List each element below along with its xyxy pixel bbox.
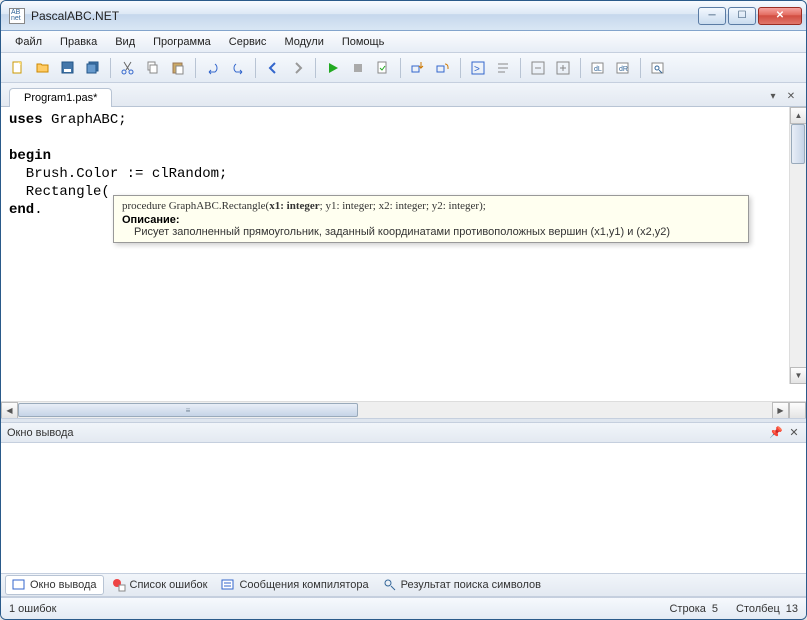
menu-program[interactable]: Программа (145, 33, 219, 51)
compile-icon[interactable] (372, 57, 394, 79)
file-tab[interactable]: Program1.pas* (9, 88, 112, 107)
bracket-icon[interactable]: > (467, 57, 489, 79)
output-header: Окно вывода 📌 ✕ (1, 423, 806, 443)
status-line: Строка5 (669, 603, 718, 615)
app-icon: ABnet (9, 8, 25, 24)
horizontal-scrollbar[interactable]: ◀ ≡ ▶ (1, 401, 806, 418)
disasm2-icon[interactable]: dR (612, 57, 634, 79)
parameter-tooltip: procedure GraphABC.Rectangle(x1: integer… (113, 195, 749, 243)
vertical-scrollbar[interactable]: ▲ ▼ (789, 107, 806, 384)
output-window-icon (12, 578, 26, 592)
open-file-icon[interactable] (32, 57, 54, 79)
status-col: Столбец13 (736, 603, 798, 615)
minimize-button[interactable]: ─ (698, 7, 726, 25)
scroll-up-icon[interactable]: ▲ (790, 107, 806, 124)
redo-icon[interactable] (227, 57, 249, 79)
cut-icon[interactable] (117, 57, 139, 79)
toolbar: > dL dR (1, 53, 806, 83)
format-icon[interactable] (492, 57, 514, 79)
svg-text:>: > (474, 64, 480, 75)
statusbar: 1 ошибок Строка5 Столбец13 (1, 597, 806, 619)
step-into-icon[interactable] (407, 57, 429, 79)
svg-text:dR: dR (619, 66, 628, 73)
panel-close-icon[interactable]: ✕ (788, 427, 800, 439)
status-errors: 1 ошибок (9, 603, 57, 615)
output-panel: Окно вывода 📌 ✕ (1, 423, 806, 573)
save-all-icon[interactable] (82, 57, 104, 79)
scroll-right-icon[interactable]: ▶ (772, 402, 789, 418)
bottom-tabbar: Окно вывода Список ошибок Сообщения комп… (1, 573, 806, 597)
tooltip-desc-label: Описание: (122, 214, 740, 226)
titlebar[interactable]: ABnet PascalABC.NET ─ ☐ ✕ (1, 1, 806, 31)
bottom-tab-errors[interactable]: Список ошибок (106, 576, 214, 594)
menu-file[interactable]: Файл (7, 33, 50, 51)
bottom-tab-output[interactable]: Окно вывода (5, 575, 104, 595)
bottom-tab-find-symbol[interactable]: Результат поиска символов (377, 576, 547, 594)
scroll-thumb-v[interactable] (791, 124, 805, 164)
menu-view[interactable]: Вид (107, 33, 143, 51)
tab-close-icon[interactable]: ✕ (784, 89, 798, 103)
close-button[interactable]: ✕ (758, 7, 802, 25)
expand-icon[interactable] (552, 57, 574, 79)
pin-icon[interactable]: 📌 (770, 427, 782, 439)
tooltip-signature: procedure GraphABC.Rectangle(x1: integer… (122, 200, 740, 212)
run-icon[interactable] (322, 57, 344, 79)
collapse-icon[interactable] (527, 57, 549, 79)
scroll-down-icon[interactable]: ▼ (790, 367, 806, 384)
error-list-icon (112, 578, 126, 592)
scroll-corner (789, 402, 806, 418)
compiler-msg-icon (221, 578, 235, 592)
stop-icon[interactable] (347, 57, 369, 79)
save-icon[interactable] (57, 57, 79, 79)
output-title: Окно вывода (7, 427, 74, 439)
menubar: Файл Правка Вид Программа Сервис Модули … (1, 31, 806, 53)
app-window: ABnet PascalABC.NET ─ ☐ ✕ Файл Правка Ви… (0, 0, 807, 620)
disasm1-icon[interactable]: dL (587, 57, 609, 79)
menu-edit[interactable]: Правка (52, 33, 105, 51)
editor-tabbar: Program1.pas* ▾ ✕ (1, 83, 806, 107)
menu-service[interactable]: Сервис (221, 33, 275, 51)
nav-forward-icon[interactable] (287, 57, 309, 79)
menu-modules[interactable]: Модули (276, 33, 331, 51)
output-body[interactable] (1, 443, 806, 573)
tab-dropdown-icon[interactable]: ▾ (766, 89, 780, 103)
paste-icon[interactable] (167, 57, 189, 79)
maximize-button[interactable]: ☐ (728, 7, 756, 25)
editor-area: uses GraphABC; begin Brush.Color := clRa… (1, 107, 806, 418)
step-over-icon[interactable] (432, 57, 454, 79)
scroll-thumb-h[interactable]: ≡ (18, 403, 358, 417)
copy-icon[interactable] (142, 57, 164, 79)
menu-help[interactable]: Помощь (334, 33, 393, 51)
new-file-icon[interactable] (7, 57, 29, 79)
find-symbol-icon (383, 578, 397, 592)
bottom-tab-compiler[interactable]: Сообщения компилятора (215, 576, 374, 594)
nav-back-icon[interactable] (262, 57, 284, 79)
window-title: PascalABC.NET (31, 9, 698, 23)
scroll-left-icon[interactable]: ◀ (1, 402, 18, 418)
undo-icon[interactable] (202, 57, 224, 79)
svg-text:dL: dL (594, 66, 602, 73)
tooltip-desc: Рисует заполненный прямоугольник, заданн… (122, 226, 740, 238)
find-icon[interactable] (647, 57, 669, 79)
